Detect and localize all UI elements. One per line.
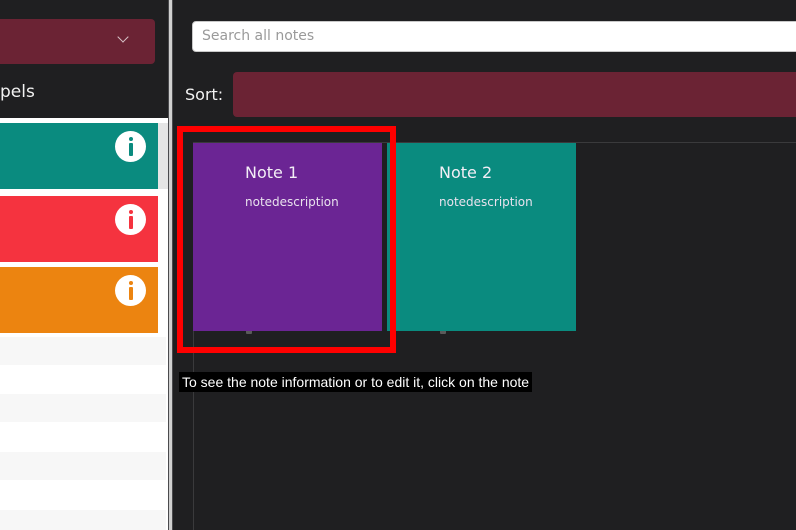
info-icon[interactable] bbox=[115, 131, 146, 162]
chevron-down-icon bbox=[117, 31, 129, 43]
sidebar: pels bbox=[0, 0, 168, 530]
tutorial-caption: To see the note information or to edit i… bbox=[179, 372, 533, 392]
note-title: Note 2 bbox=[439, 163, 493, 182]
search-box[interactable] bbox=[192, 21, 796, 52]
list-row bbox=[0, 365, 166, 393]
pane-splitter[interactable] bbox=[168, 0, 173, 530]
search-input[interactable] bbox=[202, 28, 762, 44]
list-row bbox=[0, 337, 166, 365]
notebook-dropdown[interactable] bbox=[0, 19, 155, 64]
labels-heading: pels bbox=[0, 82, 35, 102]
label-item-red[interactable] bbox=[0, 196, 158, 262]
list-row bbox=[0, 452, 166, 480]
label-item-teal[interactable] bbox=[0, 123, 168, 189]
note-description: notedescription bbox=[439, 195, 533, 209]
label-list bbox=[0, 118, 168, 530]
list-row bbox=[0, 394, 166, 422]
note-card-2[interactable]: Note 2 notedescription bbox=[387, 143, 576, 331]
tutorial-highlight-box bbox=[177, 126, 396, 353]
list-row bbox=[0, 510, 166, 530]
list-row bbox=[0, 423, 166, 451]
splitter-handle[interactable] bbox=[169, 0, 172, 530]
sort-dropdown[interactable] bbox=[233, 72, 796, 117]
info-icon[interactable] bbox=[115, 275, 146, 306]
sort-label: Sort: bbox=[185, 85, 224, 104]
label-item-orange[interactable] bbox=[0, 267, 158, 333]
list-row bbox=[0, 481, 166, 509]
info-icon[interactable] bbox=[115, 204, 146, 235]
notes-app: pels Sort: bbox=[0, 0, 796, 530]
